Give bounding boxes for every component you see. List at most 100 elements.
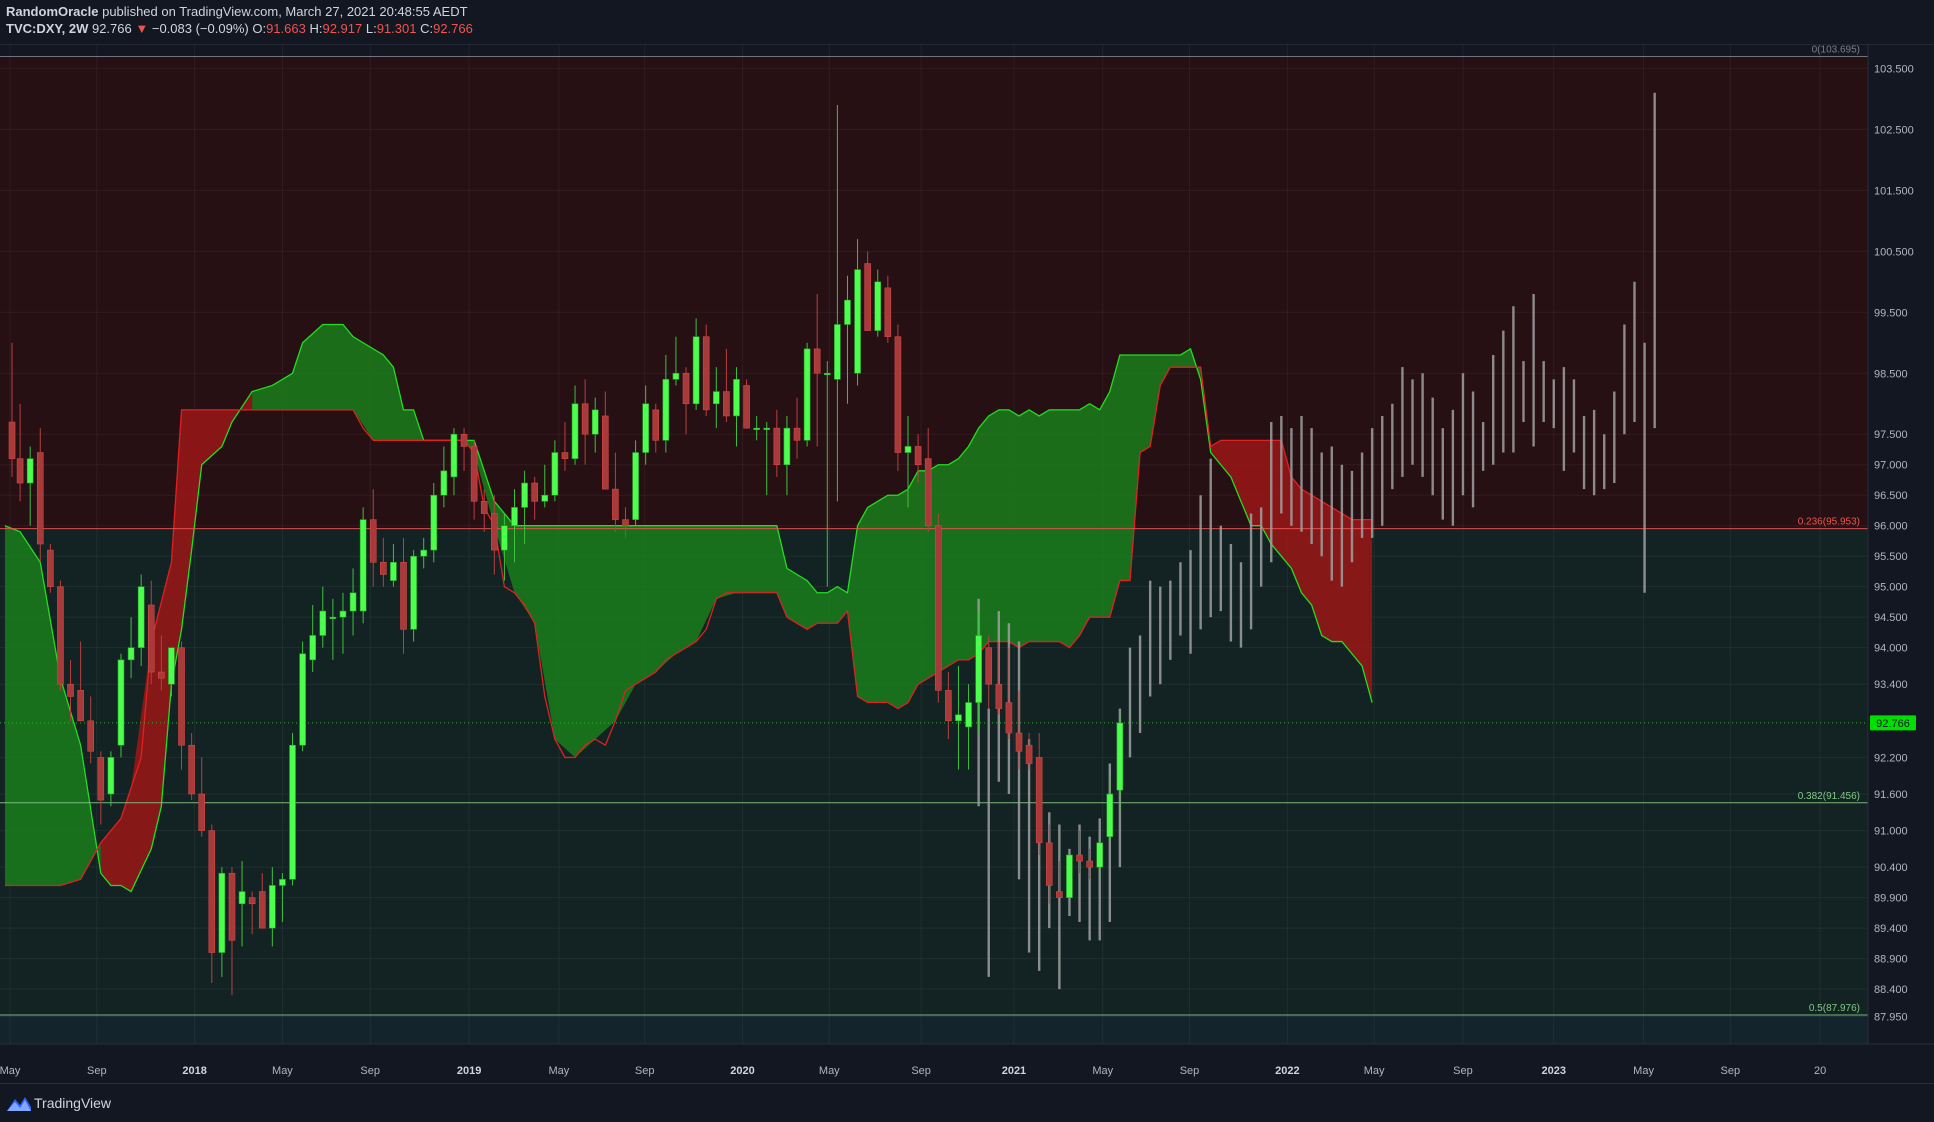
candle-up xyxy=(218,872,226,953)
candle-down xyxy=(945,690,952,722)
price-axis-label: 97.500 xyxy=(1874,429,1908,441)
candle-down xyxy=(258,891,266,929)
fib-label: 0.236(95.953) xyxy=(1798,517,1860,528)
candle-down xyxy=(8,421,16,459)
candle-down xyxy=(561,452,569,459)
time-axis-label: 20 xyxy=(1814,1065,1826,1077)
publisher-username[interactable]: RandomOracle xyxy=(6,4,98,19)
symbol-legend: TVC:DXY, 2W 92.766 ▼ −0.083 (−0.09%) O:9… xyxy=(6,21,473,36)
time-axis-label: May xyxy=(819,1065,840,1077)
candle-down xyxy=(491,513,498,551)
price-axis-label: 102.500 xyxy=(1874,124,1914,136)
candle-down xyxy=(77,690,84,722)
candle-up xyxy=(904,446,912,453)
time-axis-label: May xyxy=(1364,1065,1385,1077)
candle-up xyxy=(753,427,760,430)
candle-up xyxy=(783,427,791,466)
candle-down xyxy=(1056,891,1063,898)
candle-up xyxy=(823,372,831,376)
symbol-name[interactable]: TVC:DXY, 2W xyxy=(6,21,88,36)
time-axis-label: Sep xyxy=(87,1065,107,1077)
candle-down xyxy=(480,501,488,514)
candle-up xyxy=(541,494,549,502)
price-axis-label: 99.500 xyxy=(1874,307,1908,319)
candle-down xyxy=(723,391,730,417)
candle-up xyxy=(430,494,438,551)
price-axis-label: 93.400 xyxy=(1874,679,1908,691)
tradingview-logo-icon[interactable] xyxy=(6,1093,32,1113)
candle-up xyxy=(854,269,861,374)
candle-up xyxy=(309,635,317,661)
time-axis-label: 2022 xyxy=(1275,1065,1299,1077)
price-axis-label: 98.500 xyxy=(1874,368,1908,380)
tradingview-brand[interactable]: TradingView xyxy=(34,1095,111,1111)
price-axis-label: 92.200 xyxy=(1874,752,1908,764)
time-axis-label: Sep xyxy=(635,1065,655,1077)
candle-up xyxy=(1066,854,1073,898)
candle-up xyxy=(874,281,882,331)
candle-up xyxy=(1096,842,1104,868)
candle-up xyxy=(168,647,175,685)
candle-down xyxy=(460,433,468,447)
price-axis-label: 91.000 xyxy=(1874,826,1908,838)
candle-up xyxy=(511,507,518,527)
candle-up xyxy=(26,458,34,484)
candle-down xyxy=(228,872,236,941)
candle-down xyxy=(16,458,24,484)
candle-down xyxy=(188,744,195,795)
candle-up xyxy=(349,592,357,612)
close-label: C: xyxy=(420,21,434,36)
time-axis[interactable]: May Sep 2018 May Sep 2019 May Sep 2020 May Sep 2021… xyxy=(0,1065,1826,1077)
price-axis-label: 96.000 xyxy=(1874,521,1908,533)
publisher-info: RandomOracle published on TradingView.co… xyxy=(6,4,468,19)
price-axis-label: 89.400 xyxy=(1874,923,1908,935)
candle-up xyxy=(107,757,115,795)
candle-up xyxy=(137,586,145,648)
current-price-text: 92.766 xyxy=(1876,718,1910,730)
candle-up xyxy=(955,714,962,722)
candle-down xyxy=(1015,732,1023,752)
candle-up xyxy=(299,653,306,746)
candle-down xyxy=(1035,757,1043,844)
candle-down xyxy=(995,683,1003,709)
candle-up xyxy=(279,879,286,886)
high-value: 92.917 xyxy=(322,21,363,36)
candle-up xyxy=(521,482,528,508)
candle-down xyxy=(1076,854,1083,862)
price-axis-label: 101.500 xyxy=(1874,185,1914,197)
candle-up xyxy=(975,635,982,703)
candle-down xyxy=(57,586,64,685)
chart-footer: TradingView xyxy=(0,1083,1934,1122)
candle-down xyxy=(178,647,185,746)
candle-down xyxy=(380,561,387,575)
candle-down xyxy=(682,372,690,405)
candle-up xyxy=(642,403,649,453)
candle-up xyxy=(329,616,337,619)
open-value: 91.663 xyxy=(266,21,306,36)
price-chart[interactable]: 0(103.695) 0.236(95.953) 0.382(91.456) 0.5(… xyxy=(0,44,1934,1083)
time-axis-label: 2021 xyxy=(1002,1065,1026,1077)
candle-up xyxy=(269,885,276,929)
price-axis-label: 95.000 xyxy=(1874,582,1908,594)
candle-down xyxy=(702,336,710,411)
candle-down xyxy=(985,647,993,685)
candle-down xyxy=(36,452,44,545)
candle-down xyxy=(1086,860,1093,868)
candle-down xyxy=(1045,842,1053,886)
candle-up xyxy=(571,403,579,459)
fib-label: 0(103.695) xyxy=(1812,45,1860,56)
price-axis-label: 95.500 xyxy=(1874,551,1908,563)
time-axis-label: May xyxy=(0,1065,21,1077)
candle-up xyxy=(692,336,700,405)
candle-up xyxy=(712,391,720,405)
candle-down xyxy=(198,793,206,831)
candle-down xyxy=(158,671,165,679)
candle-up xyxy=(440,470,448,496)
high-label: H: xyxy=(309,21,323,36)
candle-up xyxy=(319,610,327,636)
down-arrow-icon: ▼ xyxy=(135,21,149,36)
candle-down xyxy=(612,488,619,520)
last-price: 92.766 xyxy=(91,21,132,36)
candle-down xyxy=(924,458,932,527)
price-axis-label: 96.500 xyxy=(1874,490,1908,502)
